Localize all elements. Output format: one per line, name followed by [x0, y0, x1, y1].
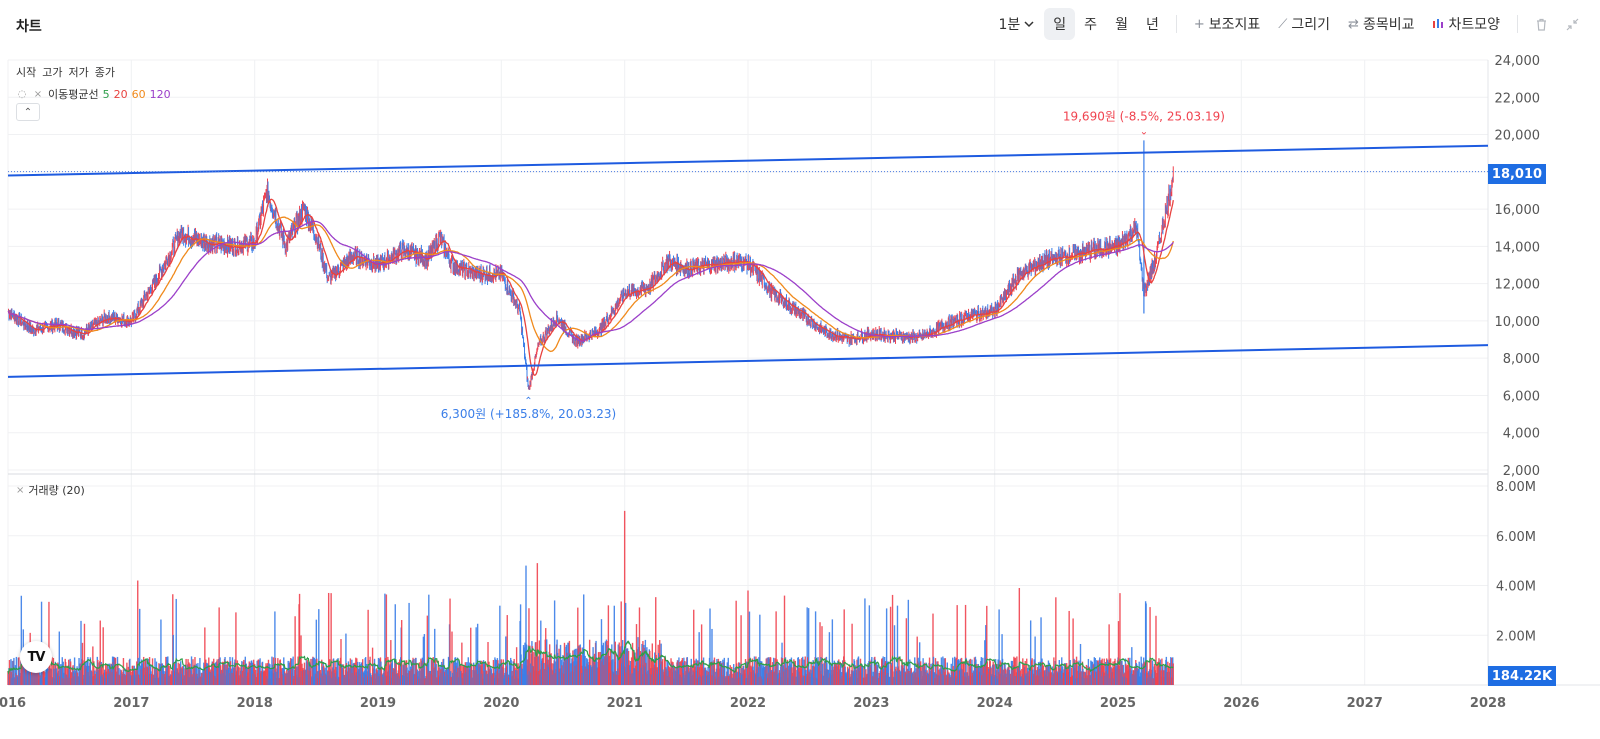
- close-icon[interactable]: ×: [16, 485, 24, 496]
- ma-label: 이동평균선: [48, 88, 99, 101]
- price-tick-label: 4,000: [1503, 427, 1540, 442]
- time-tick-label: 2017: [113, 696, 149, 711]
- price-tick-label: 16,000: [1495, 203, 1541, 218]
- price-chart[interactable]: 2,000 4,000 6,000 8,000 10,000 12,000 14,000 16…: [0, 0, 1600, 739]
- time-tick-label: 2016: [0, 696, 26, 711]
- legend-high: 고가: [42, 66, 63, 79]
- price-tick-label: 14,000: [1495, 240, 1541, 255]
- volume-tick-label: 8.00M: [1496, 480, 1536, 495]
- legend-low: 저가: [68, 66, 89, 79]
- time-tick-label: 2024: [977, 696, 1013, 711]
- time-tick-label: 2021: [607, 696, 643, 711]
- close-icon[interactable]: ×: [32, 88, 44, 100]
- collapse-legend-button[interactable]: ⌃: [16, 103, 40, 121]
- volume-legend-label: 거래량 (20): [28, 484, 85, 497]
- time-tick-label: 2027: [1347, 696, 1383, 711]
- ma-period-60: 60: [131, 87, 146, 101]
- price-tick-label: 22,000: [1495, 91, 1541, 106]
- chevron-up-icon: ⌃: [23, 106, 33, 118]
- chart-legend: 시작 고가 저가 종가 ◌ × 이동평균선 5 20 60 120: [16, 64, 171, 102]
- ma-period-5: 5: [102, 87, 110, 101]
- eye-off-icon[interactable]: ◌: [16, 88, 28, 100]
- time-tick-label: 2018: [237, 696, 273, 711]
- price-tick-label: 8,000: [1503, 352, 1540, 367]
- time-tick-label: 2020: [483, 696, 519, 711]
- price-tick-label: 2,000: [1503, 464, 1540, 479]
- low-marker-arrow: ⌃: [524, 396, 532, 407]
- price-tick-label: 10,000: [1495, 315, 1541, 330]
- moving-average-20: [7, 198, 1174, 376]
- high-annotation-label: 19,690원 (-8.5%, 25.03.19): [1063, 109, 1225, 123]
- time-tick-label: 2019: [360, 696, 396, 711]
- tradingview-logo[interactable]: TV: [20, 641, 52, 673]
- current-volume-tag: 184.22K: [1488, 666, 1556, 686]
- legend-close: 종가: [94, 66, 115, 79]
- high-marker-arrow: ⌄: [1140, 126, 1148, 137]
- price-tick-label: 6,000: [1503, 389, 1540, 404]
- ma-period-120: 120: [149, 87, 171, 101]
- price-tick-label: 24,000: [1495, 54, 1541, 69]
- ma-period-20: 20: [113, 87, 128, 101]
- volume-tick-label: 6.00M: [1496, 530, 1536, 545]
- time-tick-label: 2023: [853, 696, 889, 711]
- volume-tick-label: 2.00M: [1496, 629, 1536, 644]
- price-tick-label: 20,000: [1495, 129, 1541, 144]
- volume-tick-label: 4.00M: [1496, 580, 1536, 595]
- time-tick-label: 2028: [1470, 696, 1506, 711]
- current-price-tag: 18,010: [1488, 164, 1546, 184]
- time-tick-label: 2022: [730, 696, 766, 711]
- time-tick-label: 2026: [1223, 696, 1259, 711]
- price-tick-label: 12,000: [1495, 278, 1541, 293]
- legend-open: 시작: [16, 66, 37, 79]
- low-annotation-label: 6,300원 (+185.8%, 20.03.23): [441, 407, 616, 421]
- volume-legend: × 거래량 (20): [16, 482, 85, 498]
- time-tick-label: 2025: [1100, 696, 1136, 711]
